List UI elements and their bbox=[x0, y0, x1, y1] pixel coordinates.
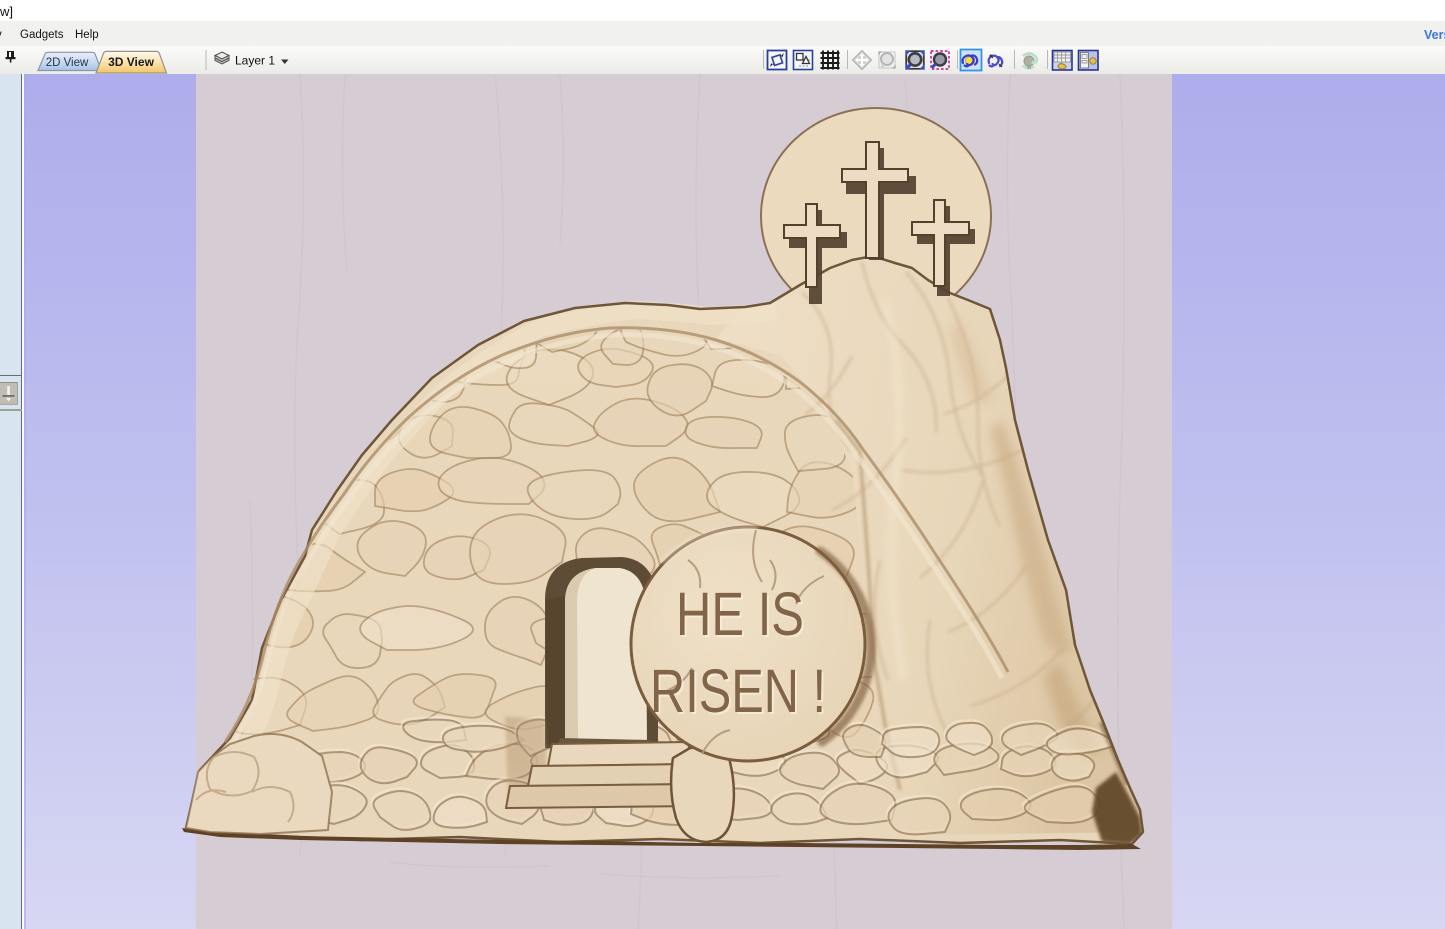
svg-text:RISEN !: RISEN ! bbox=[650, 657, 826, 725]
svg-text:HE IS: HE IS bbox=[676, 580, 804, 648]
svg-text:3D View: 3D View bbox=[108, 55, 154, 69]
svg-text:2D View: 2D View bbox=[46, 57, 89, 69]
svg-text:Layer 1: Layer 1 bbox=[235, 54, 275, 68]
